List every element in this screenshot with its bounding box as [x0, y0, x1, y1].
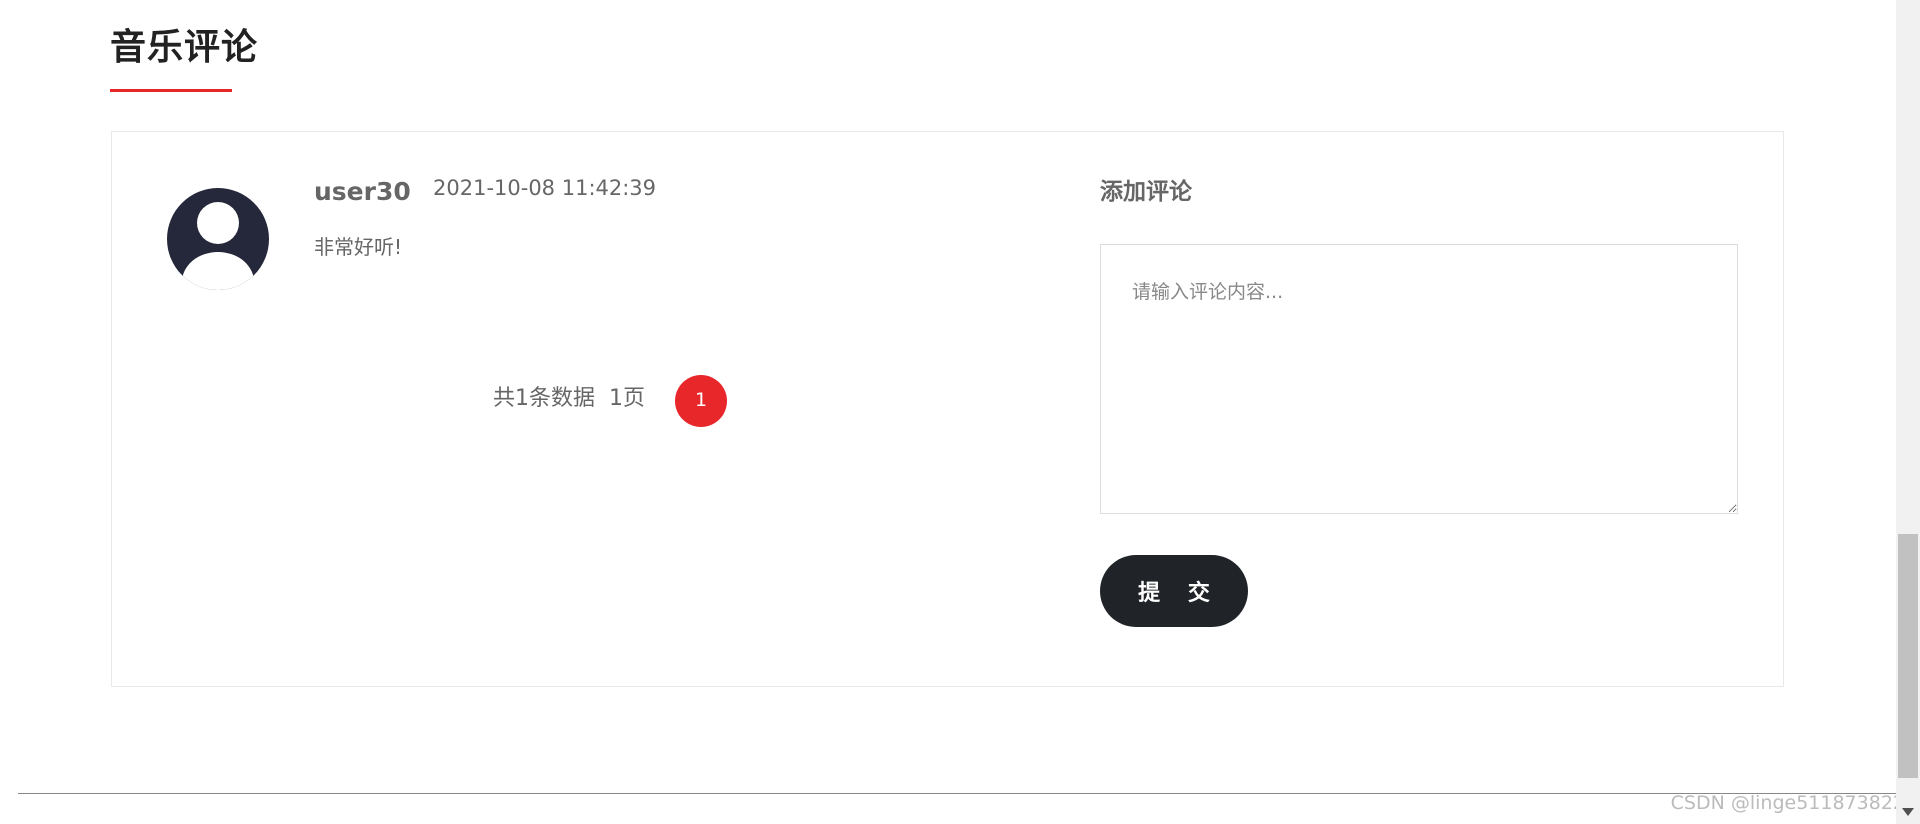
scrollbar-thumb[interactable] [1898, 534, 1918, 778]
triangle-down-icon[interactable] [1898, 802, 1918, 822]
pagination-page-button[interactable]: 1 [675, 375, 727, 427]
pagination-summary: 共1条数据 1页 [493, 386, 645, 411]
comment-username: user30 [314, 177, 411, 206]
comment-timestamp: 2021-10-08 11:42:39 [433, 176, 657, 200]
section-title: 音乐评论 [110, 27, 259, 68]
add-comment-title: 添加评论 [1100, 179, 1192, 205]
comment-text: 非常好听! [314, 235, 403, 259]
comment-input[interactable] [1100, 244, 1738, 514]
submit-button[interactable]: 提 交 [1100, 555, 1248, 627]
title-underline [110, 89, 232, 92]
footer-divider [18, 793, 1898, 794]
watermark: CSDN @linge511873822 [1670, 792, 1905, 814]
user-avatar-icon [167, 188, 269, 290]
music-comments-page: 音乐评论 user30 2021-10-08 11:42:39 非常好听! 共1… [0, 0, 1920, 824]
